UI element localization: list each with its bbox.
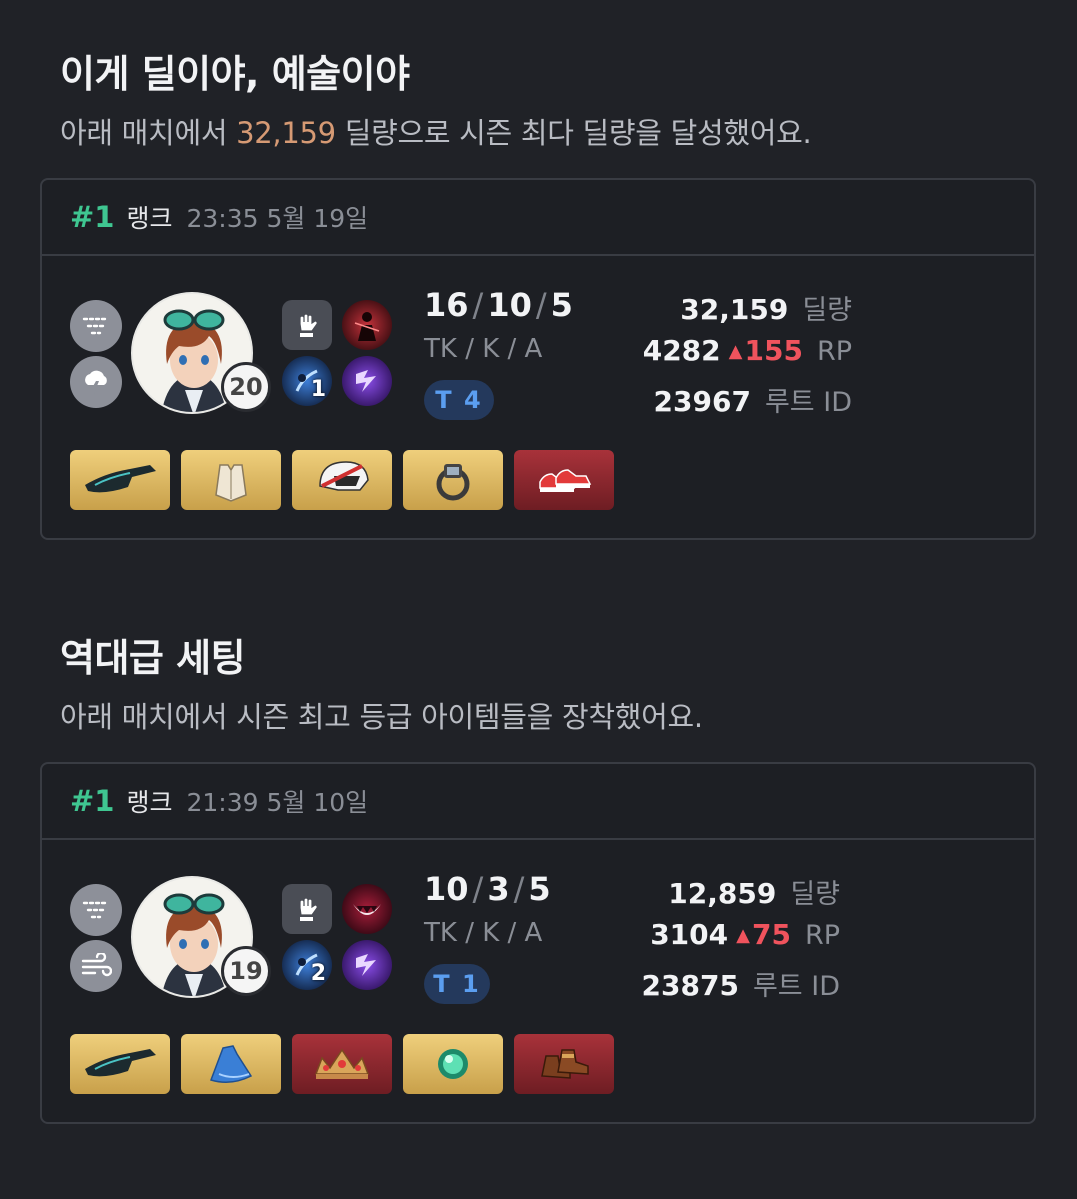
match-card-body: 20 1 16/10/5 TK / K / A T 4 32,159 딜량 42… <box>42 256 1034 538</box>
match-stats: 32,159 딜량 4282 ▲155 RP 23967 루트 ID <box>642 256 852 436</box>
trait-fang-mouth-icon <box>342 884 392 934</box>
damage-label: 딜량 <box>802 295 852 326</box>
section-subtitle: 아래 매치에서 32,159 딜량으로 시즌 최다 딜량을 달성했어요. <box>60 110 812 152</box>
filter-icon <box>70 884 122 936</box>
storm-cloud-icon <box>70 356 122 408</box>
kda-label: TK / K / A <box>424 918 543 948</box>
up-arrow-icon: ▲ <box>736 925 750 946</box>
subtitle-highlight: 32,159 <box>236 116 336 150</box>
team-kills: 16 <box>424 286 469 324</box>
rp-label: RP <box>804 920 840 951</box>
tier-badge: T 4 <box>424 380 494 420</box>
kills: 3 <box>487 870 510 908</box>
kda-label: TK / K / A <box>424 334 543 364</box>
rank-badge: #1 <box>70 200 115 234</box>
sneakers-item[interactable] <box>514 450 614 510</box>
jade-orb-item[interactable] <box>403 1034 503 1094</box>
loot-id-label: 루트 ID <box>764 387 852 418</box>
subtitle-text: 딜량으로 시즌 최다 딜량을 달성했어요. <box>335 116 812 150</box>
character-level: 19 <box>221 946 271 996</box>
section-title: 이게 딜이야, 예술이야 <box>60 52 410 96</box>
damage-stat: 12,859 딜량 <box>668 872 840 911</box>
damage-stat: 32,159 딜량 <box>680 288 852 327</box>
trait-purple-emblem-icon <box>342 940 392 990</box>
rank-label: 랭크 <box>126 204 173 233</box>
match-stats: 12,859 딜량 3104 ▲75 RP 23875 루트 ID <box>642 840 840 1020</box>
loot-id-stat: 23967 루트 ID <box>654 380 852 419</box>
subtitle-text: 아래 매치에서 시즌 최고 등급 아이템들을 장착했어요. <box>60 700 703 734</box>
match-card[interactable]: #1 랭크 21:39 5월 10일 19 2 10 / 3 / 5 TK / … <box>40 762 1036 1124</box>
rp-change-value: 75 <box>751 918 791 951</box>
dress-item[interactable] <box>181 1034 281 1094</box>
rp-stat: 4282 ▲155 RP <box>643 334 852 367</box>
weapon-type-glove-icon <box>282 884 332 934</box>
section-title: 역대급 세팅 <box>60 636 246 680</box>
loot-id-stat: 23875 루트 ID <box>642 964 840 1003</box>
weapon-type-glove-icon <box>282 300 332 350</box>
assists: 5 <box>528 870 551 908</box>
boots-item[interactable] <box>514 1034 614 1094</box>
match-card-header: #1 랭크 23:35 5월 19일 <box>42 180 1034 256</box>
kills: 10 <box>487 286 532 324</box>
skill-level: 2 <box>310 961 326 986</box>
team-kills: 10 <box>424 870 469 908</box>
rp-value: 4282 <box>642 334 721 367</box>
skill-dash-icon: 1 <box>282 356 332 406</box>
loot-id-value: 23875 <box>641 969 739 1002</box>
trait-purple-emblem-icon <box>342 356 392 406</box>
assists: 5 <box>550 286 573 324</box>
tier-badge: T 1 <box>424 964 490 1004</box>
filter-icon <box>70 300 122 352</box>
section-subtitle: 아래 매치에서 시즌 최고 등급 아이템들을 장착했어요. <box>60 694 703 736</box>
match-time: 23:35 5월 19일 <box>186 204 369 233</box>
match-card[interactable]: #1 랭크 23:35 5월 19일 20 1 16 / 10 / 5 TK /… <box>40 178 1036 540</box>
skill-dash-icon: 2 <box>282 940 332 990</box>
match-time: 21:39 5월 10일 <box>186 788 369 817</box>
gauntlet-item[interactable] <box>70 1034 170 1094</box>
tiara-item[interactable] <box>292 1034 392 1094</box>
damage-value: 32,159 <box>680 293 789 326</box>
rank-badge: #1 <box>70 784 115 818</box>
rp-change-value: 155 <box>744 334 803 367</box>
damage-label: 딜량 <box>790 879 840 910</box>
rp-change: ▲155 <box>729 334 803 367</box>
rp-label: RP <box>816 336 852 367</box>
wind-icon <box>70 940 122 992</box>
loot-id-value: 23967 <box>653 385 751 418</box>
rp-value: 3104 <box>650 918 729 951</box>
ring-item[interactable] <box>403 450 503 510</box>
character-level: 20 <box>221 362 271 412</box>
match-card-body: 19 2 10/3/5 TK / K / A T 1 12,859 딜량 310… <box>42 840 1034 1122</box>
armor-vest-item[interactable] <box>181 450 281 510</box>
racing-helmet-item[interactable] <box>292 450 392 510</box>
trait-red-figure-icon <box>342 300 392 350</box>
up-arrow-icon: ▲ <box>728 341 743 362</box>
match-card-header: #1 랭크 21:39 5월 10일 <box>42 764 1034 840</box>
gauntlet-item[interactable] <box>70 450 170 510</box>
subtitle-text: 아래 매치에서 <box>60 116 237 150</box>
rank-label: 랭크 <box>126 788 173 817</box>
skill-level: 1 <box>310 377 326 402</box>
rp-change: ▲75 <box>736 918 791 951</box>
rp-stat: 3104 ▲75 RP <box>650 918 840 951</box>
kda-score: 10/3/5 <box>424 870 551 908</box>
loot-id-label: 루트 ID <box>752 971 840 1002</box>
damage-value: 12,859 <box>668 877 777 910</box>
kda-score: 16/10/5 <box>424 286 573 324</box>
